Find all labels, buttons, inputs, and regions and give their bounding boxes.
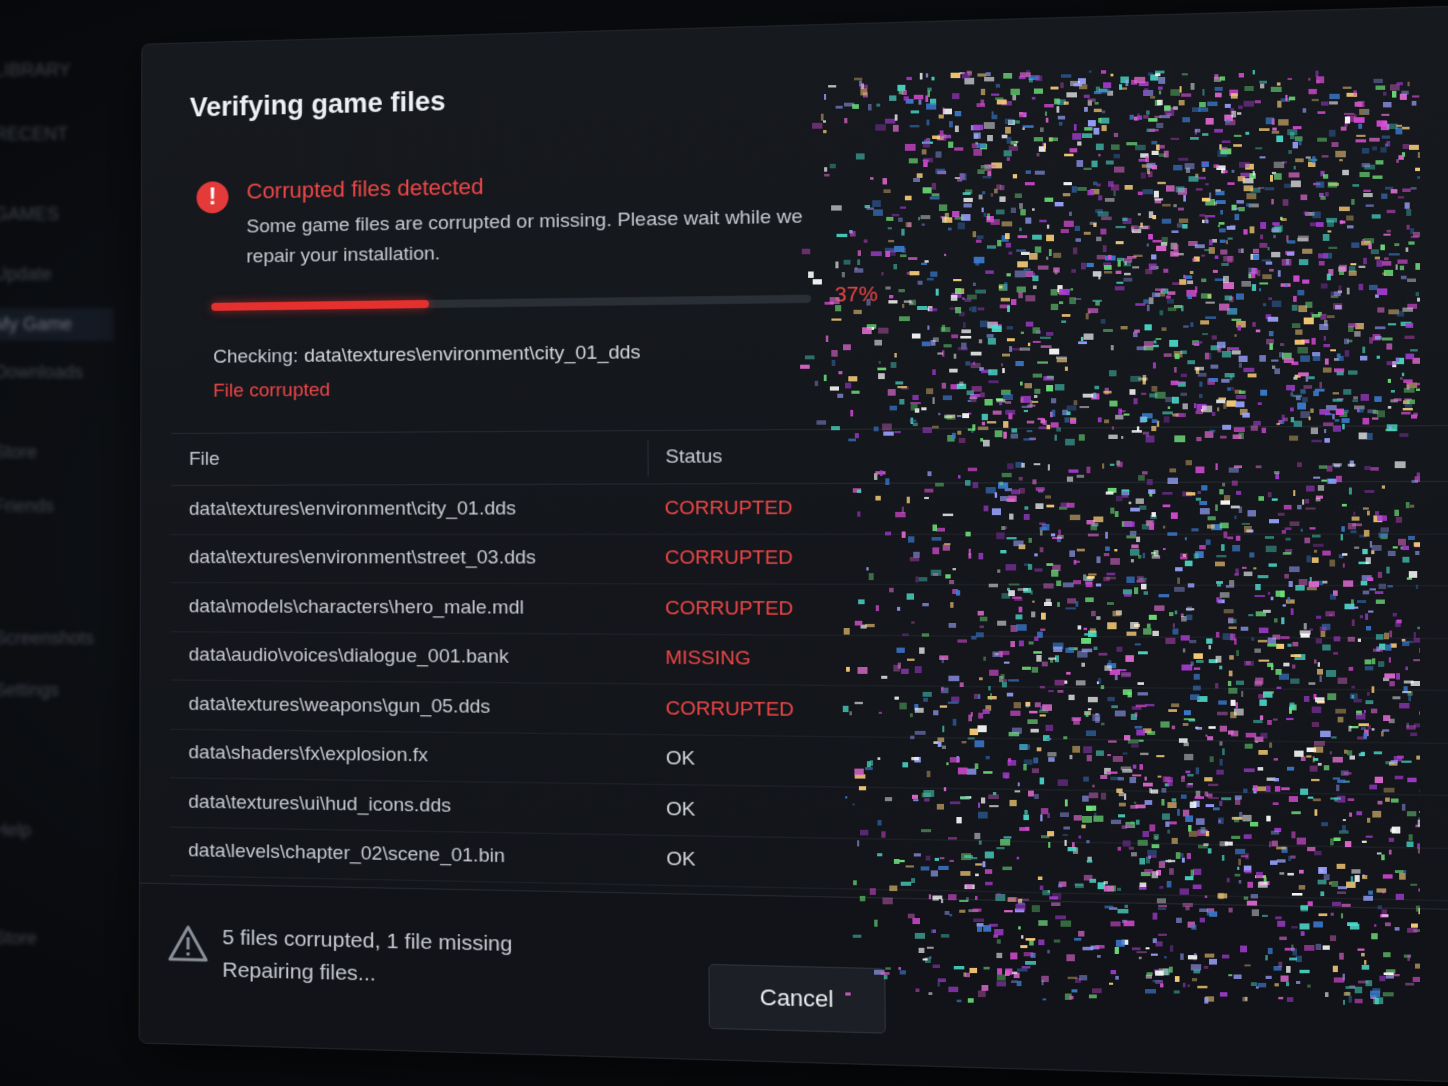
alert-description: Some game files are corrupted or missing… (246, 202, 827, 273)
table-body: data\textures\environment\city_01.dds COR… (170, 482, 1448, 902)
file-table: File Status data\textures\environment\ci… (170, 425, 1448, 902)
dialog-footer: 5 files corrupted, 1 file missing Repair… (140, 883, 1448, 1084)
sidebar-item[interactable]: Screenshots (0, 628, 94, 649)
sidebar: LIBRARY RECENT GAMES Update My Game Down… (0, 40, 150, 1040)
table-row: data\models\characters\hero_male.mdl CORR… (171, 583, 1448, 639)
table-row: data\textures\environment\city_01.dds COR… (171, 482, 1448, 535)
progress-bar (211, 295, 811, 311)
warning-triangle-icon (168, 925, 208, 962)
column-header-status[interactable]: Status (647, 438, 722, 475)
sidebar-item[interactable]: GAMES (0, 204, 59, 225)
sidebar-item[interactable]: Downloads (0, 362, 83, 383)
checking-label: Checking: (213, 346, 298, 368)
column-header-file[interactable]: File (171, 446, 648, 471)
file-path-cell: data\levels\chapter_02\scene_01.bin (170, 840, 649, 871)
checking-path: data\textures\environment\city_01_dds (304, 342, 640, 367)
repair-state-text: Repairing files... (222, 958, 376, 986)
sidebar-item[interactable]: Store (0, 928, 37, 949)
exclamation-circle-icon: ! (197, 181, 229, 213)
file-state: File corrupted (213, 380, 330, 403)
sidebar-item-active[interactable]: My Game (0, 308, 114, 341)
progress-percent: 37% (835, 283, 878, 307)
status-cell: OK (649, 798, 695, 822)
file-path-cell: data\textures\weapons\gun_05.dds (170, 693, 648, 720)
sidebar-item[interactable]: LIBRARY (0, 60, 71, 81)
sidebar-item[interactable]: Friends (0, 496, 54, 517)
sidebar-item[interactable]: Store (0, 442, 37, 463)
dialog-title: Verifying game files (190, 86, 446, 123)
file-path-cell: data\models\characters\hero_male.mdl (171, 596, 649, 620)
file-path-cell: data\textures\environment\street_03.dds (171, 547, 648, 570)
sidebar-item[interactable]: Help (0, 820, 31, 841)
status-cell: CORRUPTED (648, 547, 793, 570)
file-path-cell: data\shaders\fx\explosion.fx (170, 742, 649, 770)
file-path-cell: data\textures\ui\hud_icons.dds (170, 791, 649, 821)
status-cell: MISSING (648, 647, 750, 670)
checking-line: Checking: data\textures\environment\city_… (213, 342, 640, 369)
status-cell: CORRUPTED (648, 497, 793, 520)
file-path-cell: data\textures\environment\city_01.dds (171, 498, 648, 521)
progress-fill (211, 300, 428, 311)
verify-dialog: Verifying game files ! Corrupted files d… (139, 4, 1448, 1084)
screen: LIBRARY RECENT GAMES Update My Game Down… (0, 0, 1448, 1086)
table-header: File Status (171, 426, 1448, 486)
cancel-button[interactable]: Cancel (708, 964, 885, 1034)
sidebar-item[interactable]: Update (0, 264, 52, 285)
alert-title: Corrupted files detected (246, 174, 483, 205)
status-cell: OK (649, 748, 695, 771)
file-path-cell: data\audio\voices\dialogue_001.bank (171, 645, 649, 671)
status-cell: OK (649, 848, 695, 872)
sidebar-item[interactable]: RECENT (0, 124, 68, 145)
table-row: data\textures\environment\street_03.dds C… (171, 534, 1448, 586)
status-cell: CORRUPTED (648, 597, 793, 620)
sidebar-item[interactable]: Settings (0, 680, 59, 701)
status-cell: CORRUPTED (649, 698, 794, 722)
summary-text: 5 files corrupted, 1 file missing (222, 926, 512, 957)
